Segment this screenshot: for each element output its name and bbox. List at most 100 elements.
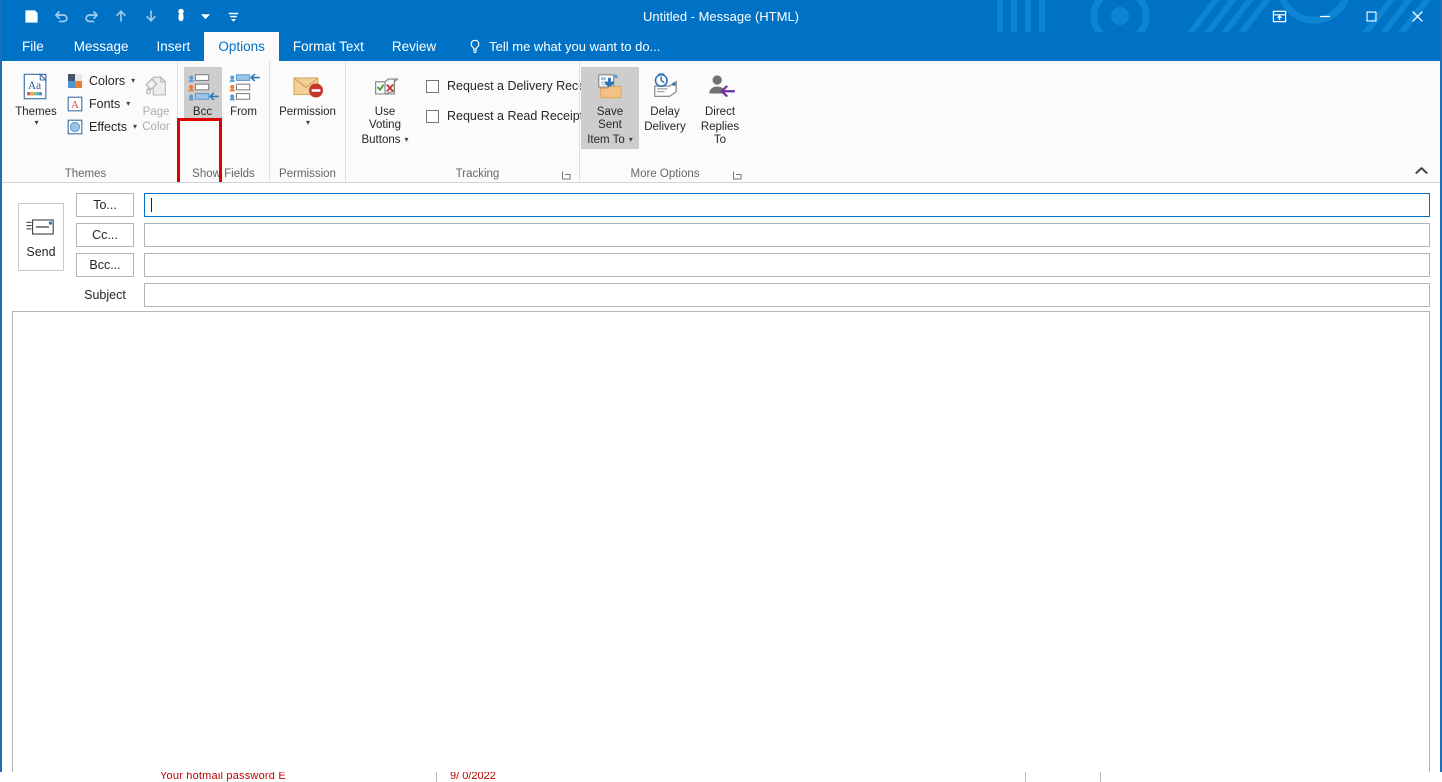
touch-mouse-mode-icon[interactable] [166, 3, 196, 29]
ribbon-group-label-tracking: Tracking [455, 168, 500, 180]
tab-format-text[interactable]: Format Text [279, 32, 378, 61]
maximize-icon[interactable] [1348, 0, 1394, 32]
request-delivery-receipt-row[interactable]: Request a Delivery Receipt [426, 71, 598, 101]
bcc-button-label: Bcc [192, 106, 213, 118]
chevron-down-icon[interactable]: ▾ [305, 118, 310, 128]
save-icon[interactable] [16, 3, 46, 29]
more-options-dialog-launcher-icon[interactable] [732, 169, 744, 181]
undo-icon[interactable] [46, 3, 76, 29]
direct-replies-label-2: Replies To [700, 120, 740, 146]
chevron-down-icon[interactable]: ▾ [628, 135, 633, 145]
theme-fonts-button[interactable]: A Fonts ▾ [62, 92, 141, 115]
redo-icon[interactable] [76, 3, 106, 29]
outlook-compose-window: Your hotmail password E 9/ 0/2022 Untitl… [0, 0, 1442, 782]
page-color-label-1: Page [142, 106, 170, 118]
permission-icon [291, 70, 325, 104]
qat-caret-icon[interactable] [196, 3, 214, 29]
tab-message[interactable]: Message [60, 32, 143, 61]
lightbulb-icon [468, 39, 482, 54]
ribbon-group-permission: Permission ▾ Permission [269, 61, 345, 182]
ribbon-group-label-permission: Permission [279, 168, 336, 180]
subject-row: Subject [76, 283, 1430, 307]
ribbon-group-themes: Aa Themes ▾ Colors ▾ A Fonts ▾ Effects ▾… [2, 61, 137, 182]
chevron-down-icon[interactable]: ▾ [125, 99, 130, 108]
themes-button[interactable]: Aa Themes ▾ [10, 67, 62, 130]
bcc-button[interactable]: Bcc... [76, 253, 134, 277]
tab-insert[interactable]: Insert [143, 32, 205, 61]
request-read-receipt-label: Request a Read Receipt [447, 109, 584, 123]
from-button-label: From [230, 106, 257, 118]
ribbon-group-label-themes: Themes [64, 168, 107, 180]
to-row: To... [76, 193, 1430, 217]
cc-row: Cc... [76, 223, 1430, 247]
permission-button[interactable]: Permission ▾ [275, 67, 341, 130]
to-input[interactable] [144, 193, 1430, 217]
tab-review[interactable]: Review [378, 32, 450, 61]
message-window: Untitled - Message (HTML) File Message I… [0, 0, 1442, 772]
next-item-icon[interactable] [136, 3, 166, 29]
compose-header: Send To... Cc... Bcc... Subject [2, 183, 1440, 311]
delay-delivery-label-2: Delivery [644, 120, 686, 133]
use-voting-buttons-label-1: Use Voting [369, 106, 401, 131]
direct-replies-to-button[interactable]: Direct Replies To [691, 67, 749, 149]
cc-button[interactable]: Cc... [76, 223, 134, 247]
window-controls[interactable] [1256, 0, 1440, 32]
chevron-down-icon[interactable]: ▾ [403, 135, 408, 145]
cc-input[interactable] [144, 223, 1430, 247]
send-column: Send [12, 193, 64, 271]
page-color-label-2: Color [142, 120, 170, 133]
themes-button-label: Themes [15, 106, 57, 118]
theme-fonts-icon: A [66, 95, 84, 113]
chevron-down-icon[interactable]: ▾ [33, 118, 38, 128]
theme-effects-button[interactable]: Effects ▾ [62, 115, 141, 138]
message-body-wrapper [2, 311, 1440, 772]
bcc-input[interactable] [144, 253, 1430, 277]
ribbon-group-label-show-fields: Show Fields [192, 168, 255, 180]
message-body-input[interactable] [12, 311, 1430, 772]
collapse-ribbon-icon[interactable] [1412, 161, 1430, 179]
send-envelope-icon [26, 216, 56, 238]
theme-colors-label: Colors [89, 73, 126, 88]
request-delivery-receipt-label: Request a Delivery Receipt [447, 79, 599, 93]
save-sent-item-label-2: Item To [587, 133, 625, 146]
theme-colors-button[interactable]: Colors ▾ [62, 69, 141, 92]
quick-access-toolbar[interactable] [2, 0, 248, 32]
use-voting-buttons-button[interactable]: Use Voting Buttons ▾ [354, 67, 416, 149]
themes-icon: Aa [21, 70, 51, 104]
page-color-button[interactable]: Page Color [136, 67, 176, 136]
direct-replies-icon [705, 70, 735, 104]
previous-item-icon[interactable] [106, 3, 136, 29]
ribbon: Aa Themes ▾ Colors ▾ A Fonts ▾ Effects ▾… [2, 61, 1440, 183]
bcc-button[interactable]: Bcc [183, 67, 222, 121]
text-caret [151, 198, 152, 212]
send-button-label: Send [26, 244, 56, 259]
subject-input[interactable] [144, 283, 1430, 307]
save-sent-item-to-button[interactable]: Save Sent Item To ▾ [581, 67, 639, 149]
tab-options[interactable]: Options [204, 32, 279, 61]
send-button[interactable]: Send [18, 203, 64, 271]
recipient-fields: To... Cc... Bcc... Subject [64, 193, 1430, 307]
ribbon-tabs[interactable]: File Message Insert Options Format Text … [2, 32, 1440, 61]
customize-qat-icon[interactable] [218, 3, 248, 29]
permission-button-label: Permission [279, 106, 336, 118]
ribbon-display-options-icon[interactable] [1256, 0, 1302, 32]
tracking-dialog-launcher-icon[interactable] [561, 169, 573, 181]
request-read-receipt-checkbox[interactable] [426, 109, 439, 123]
ribbon-group-page-color: Page Color [135, 61, 177, 182]
tell-me-search[interactable]: Tell me what you want to do... [450, 32, 672, 61]
title-bar: Untitled - Message (HTML) [2, 0, 1440, 32]
from-icon [228, 70, 260, 104]
save-sent-item-icon [595, 70, 625, 104]
delay-delivery-icon [650, 70, 680, 104]
request-delivery-receipt-checkbox[interactable] [426, 79, 439, 93]
close-icon[interactable] [1394, 0, 1440, 32]
to-button[interactable]: To... [76, 193, 134, 217]
from-button[interactable]: From [224, 67, 264, 121]
minimize-icon[interactable] [1302, 0, 1348, 32]
delay-delivery-button[interactable]: Delay Delivery [639, 67, 691, 136]
bcc-row: Bcc... [76, 253, 1430, 277]
tab-file[interactable]: File [8, 32, 60, 61]
request-read-receipt-row[interactable]: Request a Read Receipt [426, 101, 598, 131]
theme-effects-label: Effects [89, 119, 127, 134]
theme-colors-icon [66, 72, 84, 90]
